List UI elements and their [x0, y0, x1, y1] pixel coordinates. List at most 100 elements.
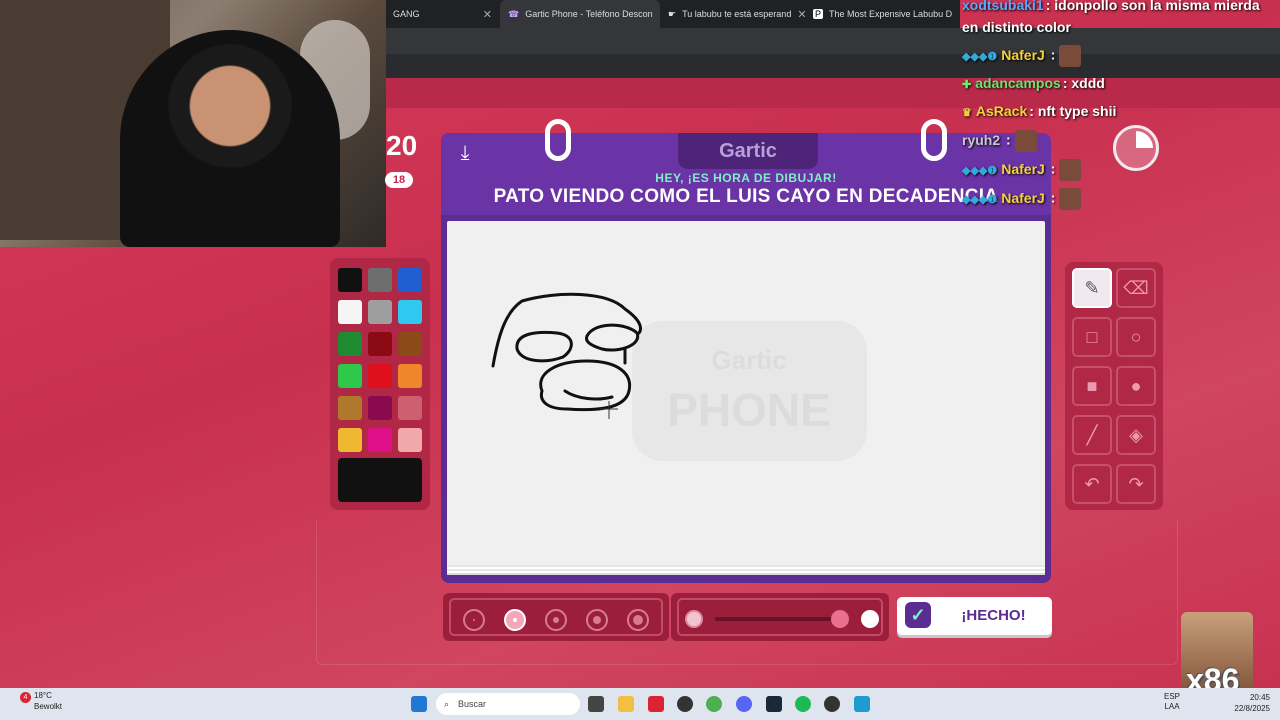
search-icon: ⌕ — [444, 699, 450, 709]
close-icon[interactable]: ✕ — [483, 8, 492, 21]
search-placeholder: Buscar — [458, 699, 487, 709]
chat-message: ◆◆◆❶ NaferJ : — [962, 159, 1082, 181]
spotify-icon[interactable] — [795, 696, 811, 712]
color-palette — [330, 258, 430, 510]
emote-icon — [1014, 130, 1037, 152]
color-swatch[interactable] — [338, 332, 362, 356]
color-swatch[interactable] — [338, 300, 362, 324]
weather-widget[interactable]: 18°C Bewolkt — [34, 690, 62, 712]
tab-labubu[interactable]: ☛ Tu labubu te está esperand ✕ — [660, 0, 805, 28]
rectangle-filled-tool[interactable]: ■ — [1072, 366, 1112, 406]
file-explorer-icon[interactable] — [618, 696, 634, 712]
pencil-icon: ✎ — [1084, 277, 1100, 298]
color-swatch[interactable] — [398, 332, 422, 356]
circle-filled-icon: ● — [1130, 375, 1142, 396]
drawing-canvas[interactable]: Gartic PHONE — [447, 221, 1045, 567]
task-view-icon[interactable] — [588, 696, 604, 712]
chat-badges: ◆◆◆❶ — [962, 193, 998, 206]
color-swatch[interactable] — [338, 268, 362, 292]
chat-badges: ◆◆◆❶ — [962, 164, 998, 177]
game-frame-border — [316, 520, 1178, 665]
chrome-icon[interactable] — [706, 696, 722, 712]
language-indicator[interactable]: ESP LAA — [1164, 692, 1180, 712]
phone-icon: ☎ — [508, 8, 520, 19]
weather-temp: 18°C — [34, 691, 52, 700]
color-swatch[interactable] — [398, 268, 422, 292]
chat-message: xodtsubaki1: idonpollo son la misma mier… — [962, 0, 1260, 13]
stream-chat: xodtsubaki1: idonpollo son la misma mier… — [958, 0, 1280, 212]
user-sketch — [491, 292, 642, 412]
system-clock[interactable]: 20:45 22/8/2025 — [1228, 692, 1270, 714]
undo-icon: ↶ — [1084, 473, 1100, 494]
line-icon: ╱ — [1086, 424, 1098, 445]
color-swatch[interactable] — [368, 364, 392, 388]
notepad-icon[interactable] — [854, 696, 870, 712]
chat-message: ryuh2 : — [962, 130, 1037, 152]
chat-username: NaferJ — [1001, 46, 1045, 63]
chat-badges: ◆◆◆❶ — [962, 50, 998, 63]
close-icon[interactable]: ✕ — [797, 8, 805, 21]
steam-icon[interactable] — [766, 696, 782, 712]
redo-tool[interactable]: ↷ — [1116, 464, 1156, 504]
hand-icon: ☛ — [668, 8, 677, 19]
chat-message: ◆◆◆❶ NaferJ : — [962, 188, 1082, 210]
chat-text: xddd — [1071, 75, 1105, 91]
rectangle-filled-icon: ■ — [1086, 375, 1098, 396]
discord-icon[interactable] — [736, 696, 752, 712]
undo-tool[interactable]: ↶ — [1072, 464, 1112, 504]
color-swatch[interactable] — [368, 332, 392, 356]
player-score: 20 — [386, 130, 418, 161]
chat-text: idonpollo son la misma mierda — [1054, 0, 1260, 13]
color-swatch[interactable] — [398, 396, 422, 420]
fill-bucket-tool[interactable]: ◈ — [1116, 415, 1156, 455]
eraser-tool[interactable]: ⌫ — [1116, 268, 1156, 308]
round-timer-icon — [1113, 125, 1159, 171]
screen: GANG ✕ ☎ Gartic Phone - Teléfono Descon … — [0, 0, 1280, 720]
color-swatch[interactable] — [368, 300, 392, 324]
obs-icon[interactable] — [824, 696, 840, 712]
color-swatch[interactable] — [368, 268, 392, 292]
notification-badge: 4 — [20, 692, 31, 703]
app-icon[interactable] — [677, 696, 693, 712]
rectangle-outline-tool[interactable]: □ — [1072, 317, 1112, 357]
tab-label: Tu labubu te está esperand — [682, 9, 792, 19]
rectangle-outline-icon: □ — [1086, 326, 1098, 347]
color-swatch[interactable] — [368, 428, 392, 452]
tab-expensive-labubu[interactable]: P The Most Expensive Labubu D — [805, 0, 960, 28]
chat-username: AsRack — [975, 103, 1028, 119]
pencil-tool[interactable]: ✎ — [1072, 268, 1112, 308]
color-swatch[interactable] — [338, 364, 362, 388]
gartic-logo: Gartic — [678, 133, 818, 169]
tab-label: Gartic Phone - Teléfono Descon — [525, 9, 653, 19]
windows-taskbar: 4 18°C Bewolkt ⌕ Buscar ESP LAA 20:45 22… — [0, 688, 1280, 720]
app-icon[interactable] — [648, 696, 664, 712]
lang-bottom: LAA — [1164, 702, 1180, 711]
download-icon[interactable]: ⤓ — [453, 141, 477, 165]
clock-date: 22/8/2025 — [1234, 704, 1270, 713]
color-swatch[interactable] — [398, 300, 422, 324]
chat-message: ◆◆◆❶ NaferJ : — [962, 45, 1082, 67]
watermark-logo: Gartic PHONE — [632, 321, 867, 461]
eraser-icon: ⌫ — [1123, 277, 1149, 298]
binder-ring-right — [921, 119, 947, 161]
color-swatch[interactable] — [338, 428, 362, 452]
color-swatch[interactable] — [398, 428, 422, 452]
redo-icon: ↷ — [1128, 473, 1144, 494]
line-tool[interactable]: ╱ — [1072, 415, 1112, 455]
emote-icon — [1059, 45, 1082, 67]
color-swatch[interactable] — [338, 396, 362, 420]
webcam-streamer — [120, 30, 340, 247]
color-swatch[interactable] — [368, 396, 392, 420]
taskbar-search[interactable]: ⌕ Buscar — [436, 693, 580, 715]
current-color-swatch — [338, 458, 422, 502]
circle-outline-tool[interactable]: ○ — [1116, 317, 1156, 357]
circle-filled-tool[interactable]: ● — [1116, 366, 1156, 406]
tab-label: The Most Expensive Labubu D — [829, 9, 953, 19]
color-swatch[interactable] — [398, 364, 422, 388]
tab-gartic-phone[interactable]: ☎ Gartic Phone - Teléfono Descon ✕ — [500, 0, 660, 28]
clock-time: 20:45 — [1249, 693, 1270, 702]
tab-label: GANG — [393, 9, 420, 19]
windows-start-icon[interactable] — [411, 696, 427, 712]
tab-gang[interactable]: GANG ✕ — [385, 0, 500, 28]
fill-bucket-icon: ◈ — [1129, 424, 1143, 445]
